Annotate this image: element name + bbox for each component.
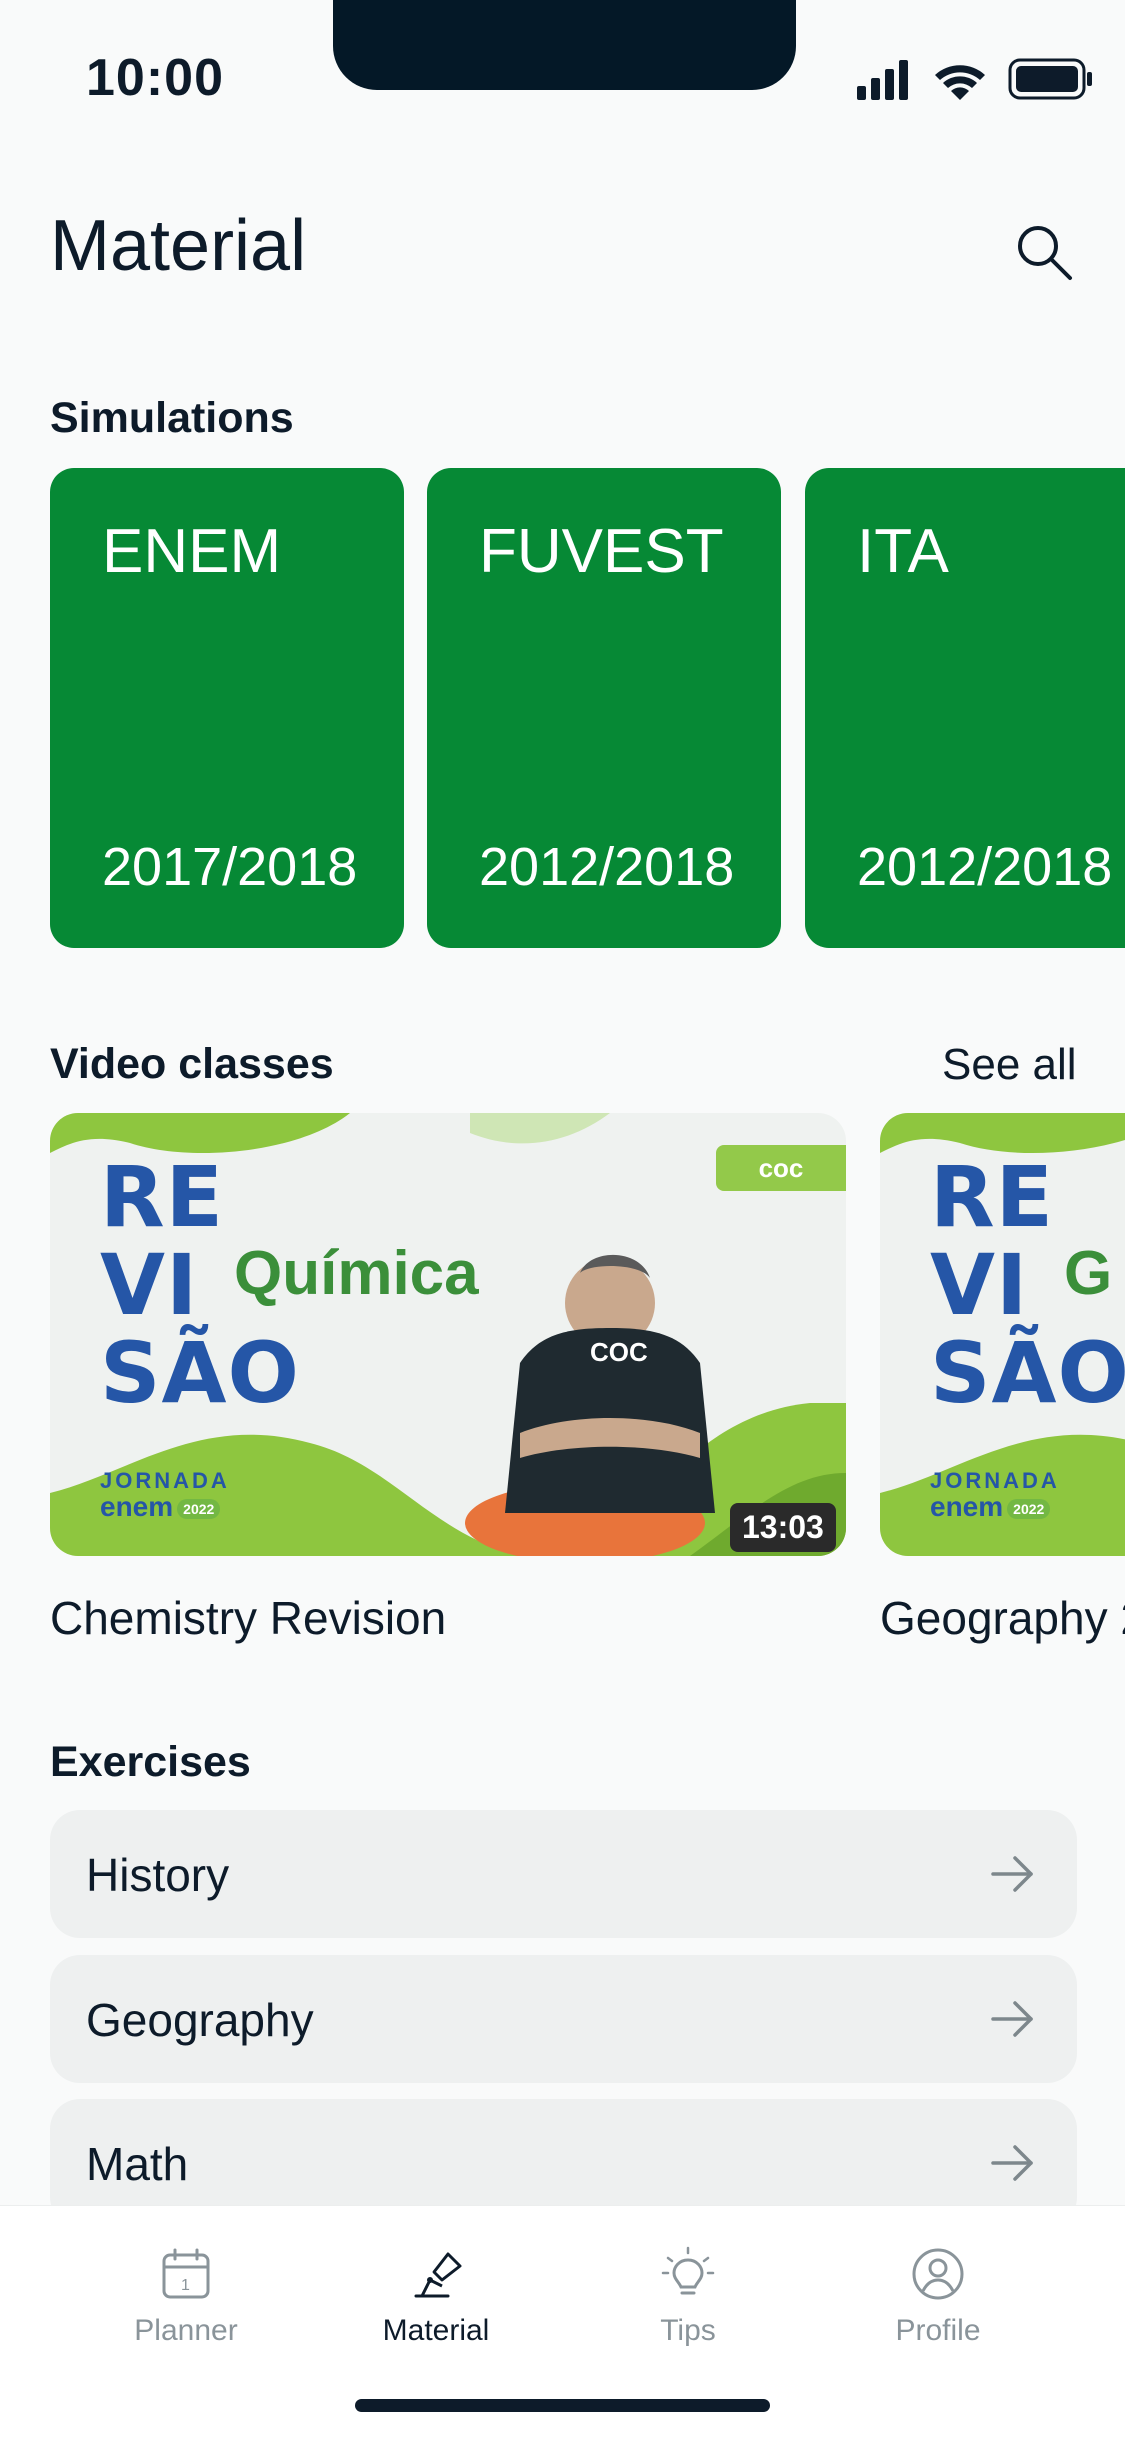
- exercises-title: Exercises: [50, 1738, 251, 1786]
- tab-label: Material: [382, 2314, 490, 2347]
- video-title: Chemistry Revision: [50, 1592, 447, 1644]
- simulation-years: 2012/2018: [857, 837, 1113, 897]
- thumbnail-enem: enem 2022: [100, 1491, 221, 1523]
- simulation-name: FUVEST: [479, 517, 724, 586]
- tab-profile[interactable]: Profile: [838, 2246, 1038, 2366]
- home-indicator: [355, 2399, 770, 2412]
- battery-icon: [1008, 58, 1092, 100]
- video-thumbnail: COC RE VI SÃO Química coc JORNADA enem 20…: [50, 1113, 846, 1556]
- arrow-right-icon: [991, 2001, 1033, 2037]
- arrow-right-icon: [991, 1856, 1033, 1892]
- svg-text:COC: COC: [590, 1337, 648, 1367]
- simulations-title: Simulations: [50, 394, 294, 442]
- video-card-chemistry[interactable]: COC RE VI SÃO Química coc JORNADA enem 20…: [50, 1113, 846, 1673]
- tab-planner[interactable]: 1 Planner: [86, 2246, 286, 2366]
- brand-badge: coc: [716, 1145, 846, 1191]
- simulation-card-ita[interactable]: ITA 2012/2018: [805, 468, 1125, 948]
- thumbnail-text-line2: VI: [930, 1236, 1029, 1334]
- tab-tips[interactable]: Tips: [588, 2246, 788, 2366]
- exercise-label: Geography: [86, 1994, 314, 2046]
- exercise-label: History: [86, 1849, 230, 1901]
- lightbulb-icon: [661, 2246, 715, 2295]
- arrow-right-icon: [991, 2145, 1033, 2181]
- exercise-label: Math: [86, 2138, 189, 2190]
- video-duration: 13:03: [730, 1503, 836, 1552]
- status-time: 10:00: [86, 49, 224, 107]
- thumbnail-text-line3: SÃO: [930, 1324, 1125, 1422]
- video-classes-title: Video classes: [50, 1040, 334, 1088]
- thumbnail-text-line1: RE: [930, 1148, 1055, 1246]
- video-title: Geography 2: [880, 1592, 1125, 1644]
- simulation-card-enem[interactable]: ENEM 2017/2018: [50, 468, 404, 948]
- search-icon: [1018, 226, 1072, 280]
- tab-label: Planner: [134, 2314, 238, 2347]
- thumbnail-text-line1: RE: [100, 1148, 225, 1246]
- simulation-years: 2017/2018: [102, 837, 358, 897]
- simulation-years: 2012/2018: [479, 837, 735, 897]
- simulation-name: ENEM: [102, 517, 282, 586]
- simulation-name: ITA: [857, 517, 949, 586]
- user-icon: [912, 2248, 964, 2300]
- thumbnail-subject: Química: [234, 1239, 479, 1308]
- simulation-card-fuvest[interactable]: FUVEST 2012/2018: [427, 468, 781, 948]
- video-thumbnail: RE VI SÃO G JORNADA enem 2022: [880, 1113, 1125, 1556]
- calendar-icon: 1: [162, 2248, 210, 2299]
- status-icons: [857, 58, 1092, 100]
- thumbnail-subject: G: [1064, 1239, 1113, 1308]
- thumbnail-enem: enem 2022: [930, 1491, 1051, 1523]
- exercise-item-geography[interactable]: Geography: [50, 1955, 1077, 2083]
- page-title: Material: [50, 206, 307, 286]
- search-button[interactable]: [1010, 218, 1080, 288]
- exercise-item-history[interactable]: History: [50, 1810, 1077, 1938]
- wifi-icon: [935, 65, 985, 100]
- device-notch: [333, 0, 796, 90]
- tab-label: Profile: [895, 2314, 981, 2347]
- signal-icon: [857, 60, 908, 100]
- svg-text:1: 1: [181, 2277, 190, 2294]
- see-all-link[interactable]: See all: [942, 1040, 1077, 1090]
- lamp-icon: [414, 2252, 462, 2298]
- tab-material[interactable]: Material: [336, 2246, 536, 2366]
- video-card-geography[interactable]: RE VI SÃO G JORNADA enem 2022 Geography 2: [880, 1113, 1125, 1673]
- thumbnail-text-line2: VI: [100, 1236, 199, 1334]
- thumbnail-text-line3: SÃO: [100, 1324, 300, 1422]
- tab-label: Tips: [660, 2314, 716, 2347]
